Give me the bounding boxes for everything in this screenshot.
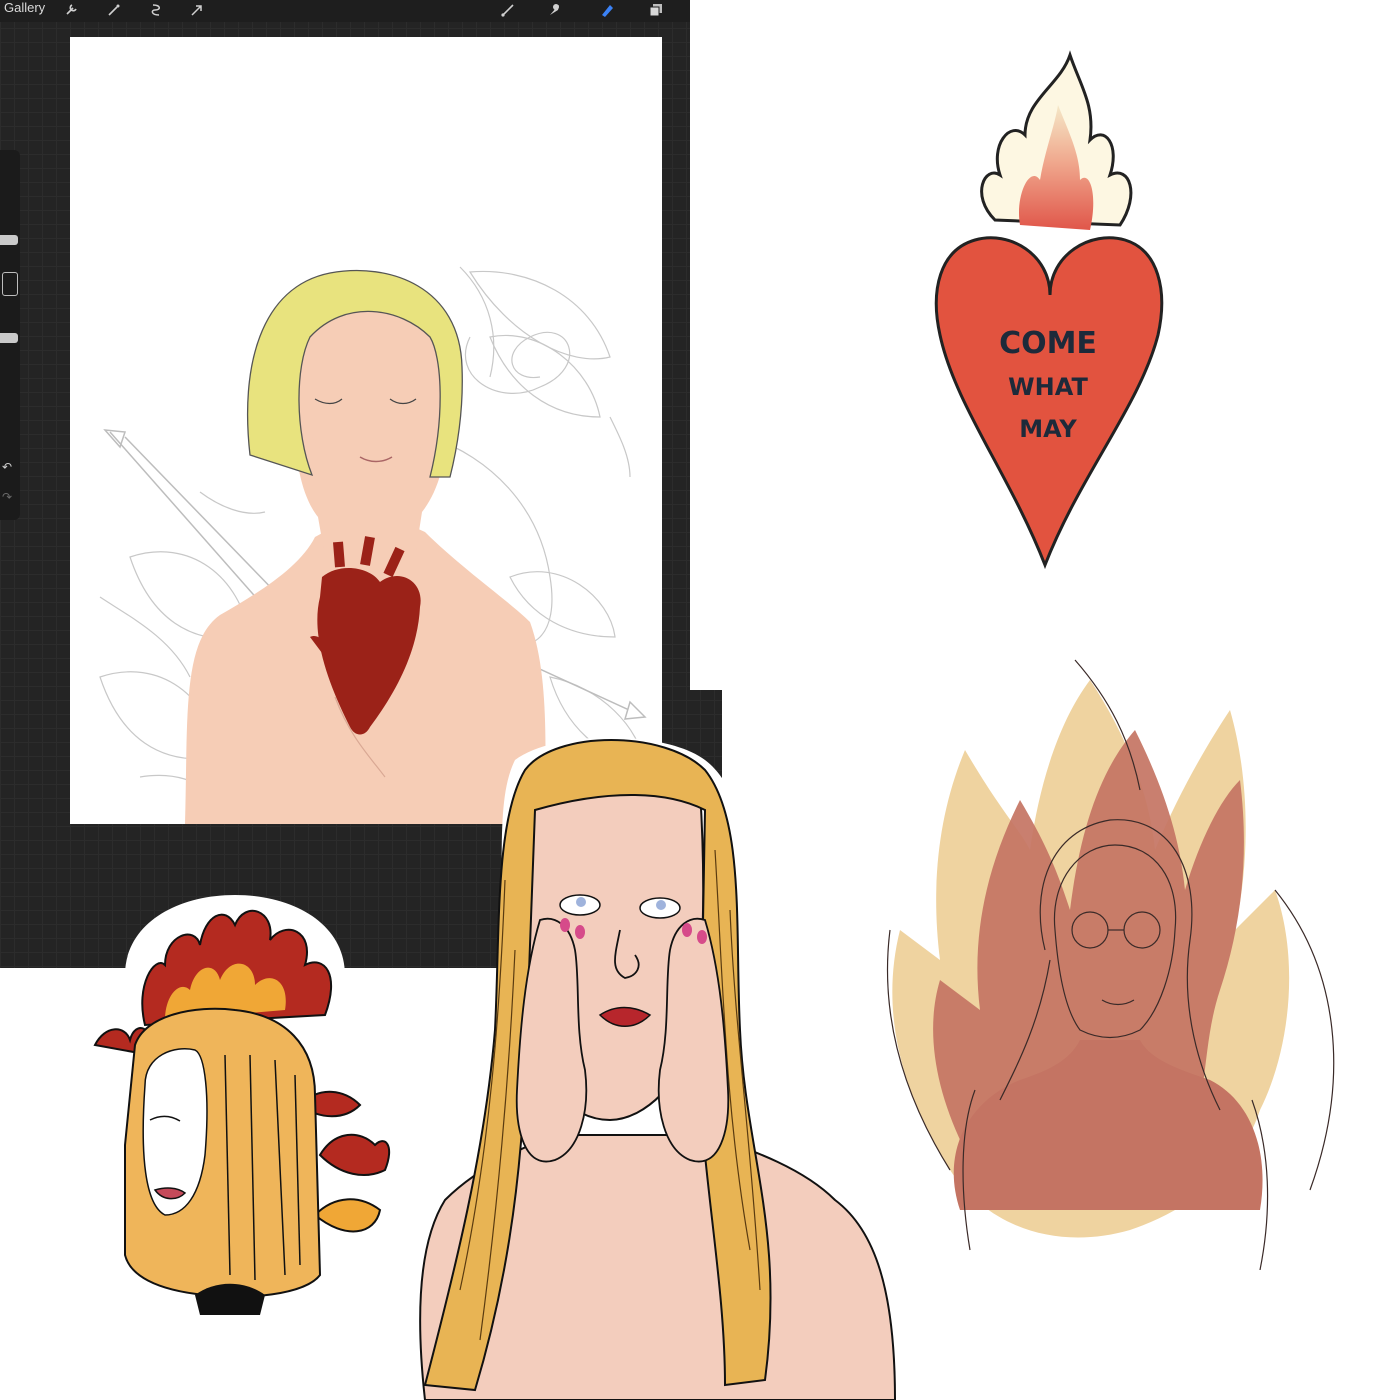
heart-text-line2: WHAT — [1008, 373, 1088, 401]
screenshot-cut-edge — [690, 0, 722, 690]
drawing-canvas[interactable] — [70, 37, 662, 824]
magic-wand-icon[interactable] — [103, 0, 125, 20]
heart-shape — [934, 236, 1164, 570]
heart-text-line3: MAY — [1019, 415, 1077, 443]
brush-size-slider-thumb[interactable] — [0, 235, 18, 245]
top-toolbar: Gallery — [0, 0, 690, 22]
redo-icon[interactable]: ↷ — [2, 490, 12, 504]
long-hair-woman-sticker — [405, 730, 905, 1400]
heart-text-line1: COME — [999, 326, 1097, 361]
flame-portrait-sticker — [880, 630, 1350, 1270]
burning-heart-sticker: COME WHAT MAY — [930, 45, 1170, 570]
selection-icon[interactable] — [145, 0, 167, 20]
layers-icon[interactable] — [645, 0, 667, 20]
opacity-slider-thumb[interactable] — [0, 333, 18, 343]
modify-button[interactable] — [2, 272, 18, 296]
smudge-icon[interactable] — [543, 0, 565, 20]
wrench-icon[interactable] — [60, 0, 82, 20]
move-arrow-icon[interactable] — [186, 0, 208, 20]
fire-hair-woman-sticker — [85, 895, 395, 1315]
undo-icon[interactable]: ↶ — [2, 460, 12, 474]
brush-size-sidebar: ↶ ↷ — [0, 150, 20, 520]
eraser-icon[interactable] — [596, 0, 618, 20]
gallery-button[interactable]: Gallery — [4, 0, 45, 16]
brush-icon[interactable] — [497, 0, 519, 20]
